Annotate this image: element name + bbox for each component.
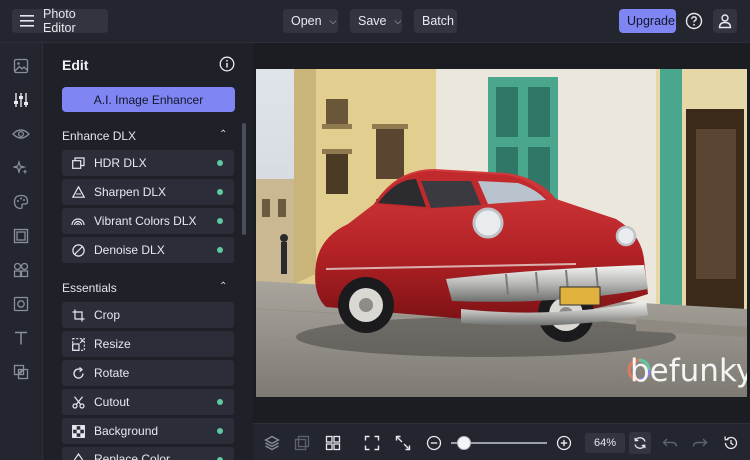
zoom-level[interactable]: 64% xyxy=(585,433,625,453)
open-button[interactable]: Open ⌵ xyxy=(283,9,338,33)
sharpen-icon xyxy=(71,185,85,199)
ai-button-label: A.I. Image Enhancer xyxy=(93,92,204,107)
zoom-out-icon[interactable] xyxy=(424,433,444,453)
text-icon[interactable] xyxy=(11,328,31,348)
tool-denoise-dlx[interactable]: Denoise DLX xyxy=(62,237,234,263)
history-icon[interactable] xyxy=(721,433,741,453)
status-badge xyxy=(217,247,223,253)
redo-icon[interactable] xyxy=(690,433,710,453)
tool-hdr-dlx[interactable]: HDR DLX xyxy=(62,150,234,176)
tool-vibrant-colors-dlx[interactable]: Vibrant Colors DLX xyxy=(62,208,234,234)
tool-rotate[interactable]: Rotate xyxy=(62,360,234,386)
status-badge xyxy=(217,428,223,434)
upgrade-label: Upgrade xyxy=(627,14,675,28)
chevron-down-icon: ⌵ xyxy=(394,15,402,26)
tool-label: Cutout xyxy=(94,395,130,409)
overlay-icon[interactable] xyxy=(11,362,31,382)
shapes-icon[interactable] xyxy=(11,260,31,280)
panel-title: Edit xyxy=(62,57,89,73)
chevron-up-icon[interactable]: ⌃ xyxy=(219,281,227,292)
help-icon[interactable] xyxy=(682,9,706,33)
info-icon[interactable] xyxy=(219,56,235,72)
chevron-down-icon: ⌵ xyxy=(329,15,337,26)
grid-icon[interactable] xyxy=(323,433,343,453)
hdr-icon xyxy=(71,156,85,170)
tool-label: Resize xyxy=(94,337,131,351)
watermark-text: befunky xyxy=(630,353,747,389)
photo-red-vintage-car[interactable]: befunky xyxy=(256,69,747,397)
zoom-slider-handle[interactable] xyxy=(457,436,471,450)
tool-background[interactable]: Background xyxy=(62,418,234,444)
tool-sharpen-dlx[interactable]: Sharpen DLX xyxy=(62,179,234,205)
denoise-icon xyxy=(71,243,85,257)
zoom-in-icon[interactable] xyxy=(554,433,574,453)
upgrade-button[interactable]: Upgrade xyxy=(619,9,676,33)
refresh-icon[interactable] xyxy=(629,432,651,454)
sliders-icon[interactable] xyxy=(11,90,31,110)
layers-icon[interactable] xyxy=(262,433,282,453)
sparkles-icon[interactable] xyxy=(11,158,31,178)
tool-label: Crop xyxy=(94,308,121,322)
ai-image-enhancer-button[interactable]: A.I. Image Enhancer xyxy=(62,87,235,112)
crop-icon xyxy=(71,308,85,322)
tool-label: Rotate xyxy=(94,366,130,380)
section-title-enhance: Enhance DLX xyxy=(62,129,137,143)
palette-icon[interactable] xyxy=(11,192,31,212)
save-label: Save xyxy=(358,14,387,28)
top-bar: Photo Editor Open ⌵ Save ⌵ Batch Upgrade xyxy=(0,0,750,43)
tool-replace-color[interactable]: Replace Color xyxy=(62,447,234,460)
eye-icon[interactable] xyxy=(11,124,31,144)
open-label: Open xyxy=(291,14,322,28)
app-title: Photo Editor xyxy=(43,7,76,35)
canvas-area: befunky xyxy=(253,43,750,423)
checker-icon xyxy=(71,424,85,438)
watermark-logo: befunky xyxy=(627,353,747,389)
batch-label: Batch xyxy=(422,14,454,28)
tool-resize[interactable]: Resize xyxy=(62,331,234,357)
undo-icon[interactable] xyxy=(660,433,680,453)
account-icon[interactable] xyxy=(713,9,737,33)
tool-rail xyxy=(0,43,43,460)
panel-scrollbar[interactable] xyxy=(242,123,246,235)
tool-label: Background xyxy=(94,424,159,438)
hamburger-icon xyxy=(20,15,34,27)
compare-icon[interactable] xyxy=(292,433,312,453)
scissors-icon xyxy=(71,395,85,409)
tool-label: Denoise DLX xyxy=(94,243,165,257)
color-icon xyxy=(71,452,85,460)
tool-label: Vibrant Colors DLX xyxy=(94,214,197,228)
batch-button[interactable]: Batch xyxy=(414,9,457,33)
chevron-up-icon[interactable]: ⌃ xyxy=(219,129,227,140)
tool-cutout[interactable]: Cutout xyxy=(62,389,234,415)
section-title-essentials: Essentials xyxy=(62,281,117,295)
tool-crop[interactable]: Crop xyxy=(62,302,234,328)
tool-label: HDR DLX xyxy=(94,156,147,170)
texture-icon[interactable] xyxy=(11,294,31,314)
status-badge xyxy=(217,160,223,166)
rainbow-icon xyxy=(71,214,85,228)
image-icon[interactable] xyxy=(11,56,31,76)
fit-screen-icon[interactable] xyxy=(362,433,382,453)
status-badge xyxy=(217,399,223,405)
rotate-icon xyxy=(71,366,85,380)
status-badge xyxy=(217,218,223,224)
actual-size-icon[interactable] xyxy=(393,433,413,453)
save-button[interactable]: Save ⌵ xyxy=(350,9,402,33)
tool-label: Replace Color xyxy=(94,452,171,460)
status-badge xyxy=(217,189,223,195)
resize-icon xyxy=(71,337,85,351)
edit-panel: Edit A.I. Image Enhancer Enhance DLX ⌃ H… xyxy=(43,43,253,460)
frame-icon[interactable] xyxy=(11,226,31,246)
tool-label: Sharpen DLX xyxy=(94,185,167,199)
bottom-toolbar: 64% xyxy=(253,423,750,460)
menu-button[interactable]: Photo Editor xyxy=(12,7,108,35)
